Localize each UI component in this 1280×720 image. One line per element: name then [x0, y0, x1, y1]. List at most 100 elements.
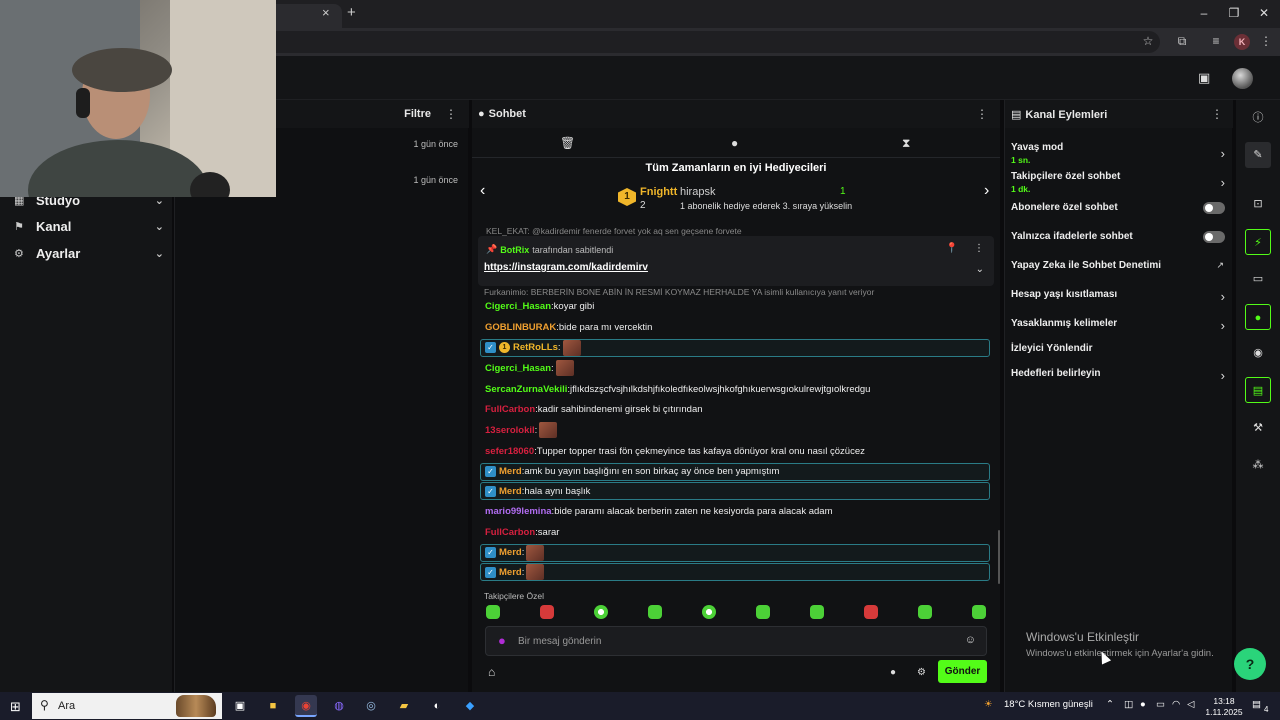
discord-icon[interactable]: ◍: [328, 695, 350, 717]
channel-action-row[interactable]: Takipçilere özel sohbet 1 dk. ›: [1011, 171, 1229, 194]
sidebar-item-channel[interactable]: ⚑ Kanal ⌄: [14, 216, 164, 236]
actions-icon[interactable]: ▤: [1245, 377, 1271, 403]
chat-input[interactable]: [518, 633, 948, 649]
clip-icon[interactable]: ⊡: [1245, 191, 1271, 217]
tab-close-icon[interactable]: ×: [322, 5, 330, 20]
emote[interactable]: [864, 605, 878, 619]
chat-message[interactable]: ✓ Merd: hala aynı başlık: [480, 482, 990, 500]
chat-message[interactable]: Cigerci_Hasan:: [480, 358, 990, 379]
new-tab-icon[interactable]: +: [347, 4, 356, 21]
chat-username[interactable]: Merd: [499, 567, 522, 578]
steam-icon[interactable]: ◎: [360, 695, 382, 717]
chevron-down-icon[interactable]: ⌄: [976, 264, 984, 275]
channel-action-row[interactable]: Hesap yaşı kısıtlaması ›: [1011, 289, 1229, 304]
chat-tab-icon[interactable]: ●: [731, 136, 738, 150]
chat-username[interactable]: FullCarbon: [485, 527, 535, 538]
broadcast-icon[interactable]: ◉: [1245, 340, 1271, 366]
chat-username[interactable]: Merd: [499, 466, 522, 477]
emote[interactable]: [486, 605, 500, 619]
emote[interactable]: [810, 605, 824, 619]
display-icon[interactable]: ▭: [1156, 699, 1165, 710]
document-icon[interactable]: ▭: [1245, 266, 1271, 292]
channel-action-row[interactable]: İzleyici Yönlendir: [1011, 343, 1229, 354]
chat-message[interactable]: FullCarbon: kadir sahibindenemi girsek b…: [480, 399, 990, 420]
channel-action-row[interactable]: Hedefleri belirleyin ›: [1011, 368, 1229, 383]
channel-action-row[interactable]: Abonelere özel sohbet: [1011, 202, 1229, 214]
chat-message[interactable]: SercanZurnaVekili: jflıkdszşcfvsjhılkdsh…: [480, 379, 990, 400]
media-icon[interactable]: ≡: [1207, 34, 1225, 48]
wifi-icon[interactable]: ◠: [1172, 699, 1180, 710]
hourglass-icon[interactable]: ⧗: [902, 136, 910, 151]
emoji-icon[interactable]: ☺: [965, 634, 976, 646]
chat-menu-icon[interactable]: ⋮: [976, 107, 988, 121]
external-link-icon[interactable]: ↗: [1216, 260, 1224, 271]
emote[interactable]: [648, 605, 662, 619]
weather-icon[interactable]: ☀: [984, 699, 993, 710]
user-avatar[interactable]: [1232, 68, 1253, 89]
pinned-by-user[interactable]: BotRix: [500, 245, 529, 255]
chevron-right-icon[interactable]: ›: [1221, 146, 1225, 161]
address-bar[interactable]: [160, 31, 1160, 53]
chat-username[interactable]: Cigerci_Hasan: [485, 301, 551, 312]
emote[interactable]: [972, 605, 986, 619]
trash-icon[interactable]: 🗑: [560, 136, 575, 150]
chat-message[interactable]: ✓ 1 RetRoLLs:: [480, 338, 990, 357]
emote[interactable]: [918, 605, 932, 619]
app-icon[interactable]: ▰: [393, 695, 415, 717]
pinned-link[interactable]: https://instagram.com/kadirdemirv: [484, 262, 648, 273]
microphone-icon[interactable]: ●: [498, 633, 506, 648]
windows-start-icon[interactable]: ⊞: [10, 699, 21, 715]
pinned-menu-icon[interactable]: ⋮: [974, 243, 984, 254]
chat-message[interactable]: 13serolokil:: [480, 420, 990, 441]
bookmark-star-icon[interactable]: ☆: [1139, 34, 1157, 48]
connections-icon[interactable]: ⁂: [1245, 452, 1271, 478]
restore-icon[interactable]: ❐: [1224, 6, 1244, 20]
tray-icon[interactable]: ◫: [1124, 699, 1133, 710]
app-icon[interactable]: ◆: [459, 695, 481, 717]
activity-menu-icon[interactable]: ⋮: [445, 107, 457, 121]
lightning-icon[interactable]: ⚡: [1245, 229, 1271, 255]
sidebar-item-settings[interactable]: ⚙ Ayarlar ⌄: [14, 243, 164, 263]
chat-username[interactable]: sefer18060: [485, 446, 534, 457]
chat-username[interactable]: Merd: [499, 486, 522, 497]
chat-username[interactable]: Merd: [499, 547, 522, 558]
close-window-icon[interactable]: ✕: [1254, 6, 1274, 20]
chat-message[interactable]: ✓ Merd:: [480, 543, 990, 562]
chat-username[interactable]: FullCarbon: [485, 404, 535, 415]
chrome-icon[interactable]: ◉: [295, 695, 317, 717]
emote[interactable]: [540, 605, 554, 619]
obs-icon[interactable]: ◐: [426, 695, 448, 717]
toggle-switch[interactable]: [1203, 231, 1225, 243]
channel-action-row[interactable]: Yalnızca ifadelerle sohbet: [1011, 231, 1229, 243]
chat-bubble-icon[interactable]: ●: [890, 667, 896, 678]
toggle-switch[interactable]: [1203, 202, 1225, 214]
chat-username[interactable]: GOBLINBURAK: [485, 322, 556, 333]
chat-username[interactable]: RetRoLLs: [513, 342, 558, 353]
chat-message[interactable]: mario99lemina: bide paramı alacak berber…: [480, 501, 990, 522]
chat-scrollbar[interactable]: [998, 530, 1000, 584]
filter-button[interactable]: Filtre: [404, 108, 431, 120]
channel-action-row[interactable]: Yapay Zeka ile Sohbet Denetimi ↗: [1011, 260, 1229, 271]
chat-message[interactable]: ✓ Merd: amk bu yayın başlığını en son bir…: [480, 462, 990, 481]
stream-manager-icon[interactable]: ▣: [1198, 70, 1210, 86]
emote[interactable]: [702, 605, 716, 619]
chevron-right-icon[interactable]: ›: [1221, 368, 1225, 383]
chat-username[interactable]: Cigerci_Hasan: [485, 363, 551, 374]
chat-username[interactable]: 13serolokil: [485, 425, 535, 436]
gear-icon[interactable]: ⚙: [917, 667, 926, 678]
chevron-right-icon[interactable]: ›: [1221, 289, 1225, 304]
chevron-up-icon[interactable]: ⌃: [1106, 699, 1114, 710]
microphone-icon[interactable]: ●: [1140, 699, 1146, 710]
taskbar-search[interactable]: ⚲ Ara: [32, 693, 222, 719]
chat-icon[interactable]: ●: [1245, 304, 1271, 330]
channel-action-row[interactable]: Yasaklanmış kelimeler ›: [1011, 318, 1229, 333]
emote[interactable]: [756, 605, 770, 619]
wrench-icon[interactable]: ⚒: [1245, 415, 1271, 441]
profile-avatar[interactable]: K: [1234, 34, 1250, 50]
volume-icon[interactable]: ◁: [1187, 699, 1194, 710]
chevron-left-icon[interactable]: ‹: [480, 182, 485, 200]
chevron-right-icon[interactable]: ›: [1221, 175, 1225, 190]
notification-icon[interactable]: ▤: [1252, 699, 1261, 710]
info-icon[interactable]: ⓘ: [1245, 105, 1271, 131]
edit-icon[interactable]: ✎: [1245, 142, 1271, 168]
